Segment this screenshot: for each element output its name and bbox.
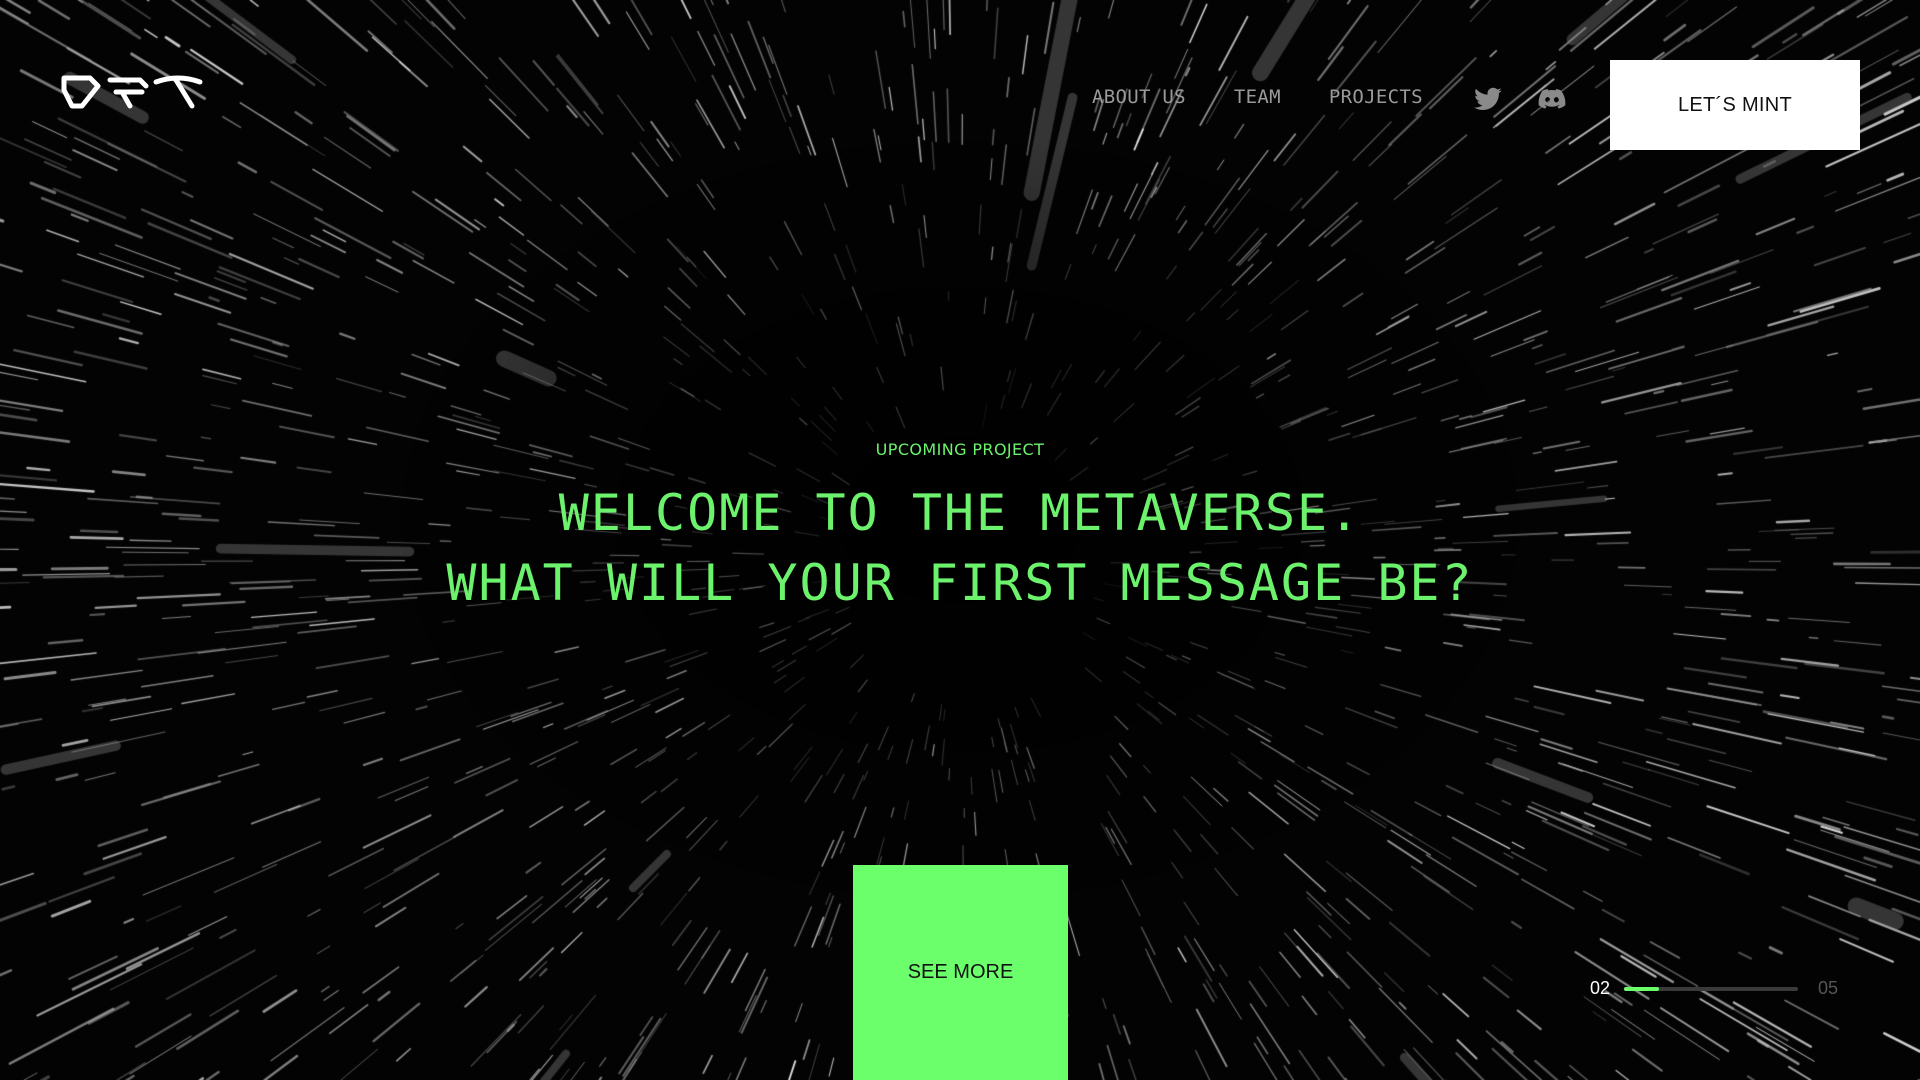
see-more-button[interactable]: SEE MORE: [853, 865, 1068, 1080]
slide-pager: 02 05: [1590, 978, 1840, 1002]
logo[interactable]: [60, 70, 205, 114]
main-nav: ABOUT US TEAM PROJECTS: [1092, 86, 1465, 108]
nav-team[interactable]: TEAM: [1234, 86, 1281, 108]
pager-track[interactable]: [1624, 987, 1798, 991]
pager-progress-fill: [1624, 987, 1659, 991]
pager-total: 05: [1818, 978, 1839, 998]
lets-mint-button[interactable]: LET´S MINT: [1610, 60, 1860, 150]
discord-icon[interactable]: [1537, 84, 1567, 114]
hero-headline: WELCOME TO THE METAVERSE. WHAT WILL YOUR…: [0, 478, 1920, 618]
hero-headline-line-1: WELCOME TO THE METAVERSE.: [558, 484, 1362, 542]
hero-headline-line-2: WHAT WILL YOUR FIRST MESSAGE BE?: [446, 554, 1474, 612]
twitter-icon[interactable]: [1473, 84, 1503, 114]
hero-kicker: UPCOMING PROJECT: [875, 440, 1045, 459]
pager-current: 02: [1590, 978, 1611, 998]
nav-projects[interactable]: PROJECTS: [1329, 86, 1423, 108]
nav-about-us[interactable]: ABOUT US: [1092, 86, 1186, 108]
